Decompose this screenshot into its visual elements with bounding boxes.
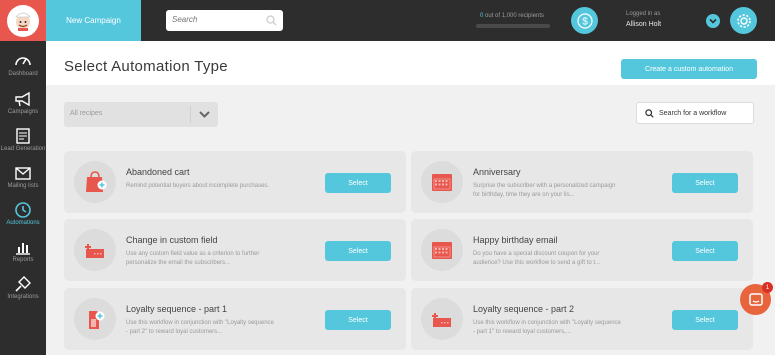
automation-card: Happy birthday email Do you have a speci… bbox=[411, 219, 753, 281]
search-box[interactable] bbox=[166, 10, 283, 31]
sidebar-item-campaigns[interactable]: Campaigns bbox=[0, 88, 46, 124]
sidebar-item-label: Dashboard bbox=[8, 71, 38, 77]
card-title: Change in custom field bbox=[126, 235, 218, 245]
search-icon bbox=[645, 109, 654, 118]
sidebar-item-dashboard[interactable]: Dashboard bbox=[0, 50, 46, 86]
automation-card: Abandoned cart Remind potential buyers a… bbox=[64, 151, 406, 213]
top-bar: New Campaign 0 out of 1,000 recipients $… bbox=[46, 0, 775, 41]
card-title: Abandoned cart bbox=[126, 167, 190, 177]
select-divider bbox=[190, 106, 191, 123]
card-description: Use this workflow in conjunction with "L… bbox=[473, 320, 621, 335]
envelope-icon bbox=[15, 167, 31, 180]
dollar-icon: $ bbox=[576, 12, 593, 29]
sidebar-item-label: Campaigns bbox=[7, 109, 39, 115]
select-button[interactable]: Select bbox=[325, 173, 391, 193]
workflow-search-label: Search for a workflow bbox=[659, 110, 727, 117]
select-button[interactable]: Select bbox=[325, 241, 391, 261]
sidebar-item-label: Automations bbox=[6, 220, 40, 226]
recipients-progress-bar bbox=[476, 24, 550, 28]
custom-field-icon bbox=[421, 298, 463, 340]
automation-card: Loyalty sequence - part 1 Use this workf… bbox=[64, 288, 406, 350]
automation-card: Change in custom field Use any custom fi… bbox=[64, 219, 406, 281]
custom-field-icon bbox=[74, 229, 116, 271]
user-menu-button[interactable] bbox=[706, 14, 720, 28]
sidebar-item-mailing-lists[interactable]: Mailing lists bbox=[0, 162, 46, 198]
sidebar-item-integrations[interactable]: Integrations bbox=[0, 273, 46, 309]
search-input[interactable] bbox=[172, 15, 262, 24]
sidebar-item-label: Reports bbox=[12, 257, 34, 263]
search-icon[interactable] bbox=[266, 15, 277, 26]
loyalty-tag-plus-icon bbox=[74, 298, 116, 340]
select-button[interactable]: Select bbox=[672, 310, 738, 330]
automation-card: Loyalty sequence - part 2 Use this workf… bbox=[411, 288, 753, 350]
settings-button[interactable] bbox=[730, 7, 757, 34]
card-description: Use any custom field value as a criterio… bbox=[126, 251, 260, 266]
chat-icon bbox=[748, 292, 763, 306]
plug-icon bbox=[15, 276, 31, 292]
new-campaign-button[interactable]: New Campaign bbox=[46, 0, 141, 41]
card-description: Remind potential buyers about incomplete… bbox=[126, 183, 270, 189]
user-name: Allison Holt bbox=[626, 21, 662, 28]
card-title: Loyalty sequence - part 2 bbox=[473, 304, 575, 314]
svg-text:$: $ bbox=[582, 16, 588, 27]
logged-in-label: Logged in as bbox=[626, 11, 661, 17]
card-description: Surprise the subscriber with a personali… bbox=[473, 183, 616, 198]
billing-button[interactable]: $ bbox=[571, 7, 598, 34]
card-title: Anniversary bbox=[473, 167, 521, 177]
shopping-bag-plus-icon bbox=[74, 161, 116, 203]
sidebar-item-reports[interactable]: Reports bbox=[0, 236, 46, 272]
sidebar-item-lead-generation[interactable]: Lead Generation bbox=[0, 125, 46, 161]
gauge-icon bbox=[15, 57, 31, 66]
card-title: Happy birthday email bbox=[473, 235, 558, 245]
sidebar-item-label: Integrations bbox=[7, 294, 39, 300]
bar-chart-icon bbox=[16, 243, 30, 255]
card-description: Use this workflow in conjunction with "L… bbox=[126, 320, 274, 335]
recipients-count: 0 out of 1,000 recipients bbox=[480, 13, 544, 19]
notification-badge: 1 bbox=[762, 282, 773, 293]
select-button[interactable]: Select bbox=[325, 310, 391, 330]
sidebar-item-label: Mailing lists bbox=[7, 183, 39, 189]
sidebar: Dashboard Campaigns Lead Generation Mail… bbox=[0, 0, 46, 355]
calendar-icon bbox=[421, 229, 463, 271]
recipe-filter-select[interactable]: All recipes bbox=[64, 102, 218, 127]
form-icon bbox=[16, 128, 30, 144]
workflow-search-button[interactable]: Search for a workflow bbox=[636, 102, 754, 124]
card-description: Do you have a special discount coupon fo… bbox=[473, 251, 601, 266]
clock-icon bbox=[15, 202, 31, 218]
page-header: Select Automation Type Create a custom a… bbox=[46, 41, 775, 85]
create-custom-automation-button[interactable]: Create a custom automation bbox=[621, 59, 757, 79]
page-title: Select Automation Type bbox=[64, 58, 228, 75]
chef-logo-icon bbox=[7, 4, 39, 37]
sidebar-item-automations[interactable]: Automations bbox=[0, 199, 46, 235]
recipients-text: out of 1,000 recipients bbox=[483, 13, 545, 19]
recipe-filter-value: All recipes bbox=[70, 110, 103, 117]
app-logo[interactable] bbox=[0, 0, 46, 41]
select-button[interactable]: Select bbox=[672, 173, 738, 193]
sidebar-item-label: Lead Generation bbox=[0, 146, 46, 152]
gear-icon bbox=[736, 13, 751, 28]
card-title: Loyalty sequence - part 1 bbox=[126, 304, 228, 314]
chevron-down-icon bbox=[199, 111, 210, 118]
megaphone-icon bbox=[15, 91, 30, 107]
calendar-icon bbox=[421, 161, 463, 203]
chevron-down-icon bbox=[709, 18, 717, 24]
select-button[interactable]: Select bbox=[672, 241, 738, 261]
automation-card: Anniversary Surprise the subscriber with… bbox=[411, 151, 753, 213]
